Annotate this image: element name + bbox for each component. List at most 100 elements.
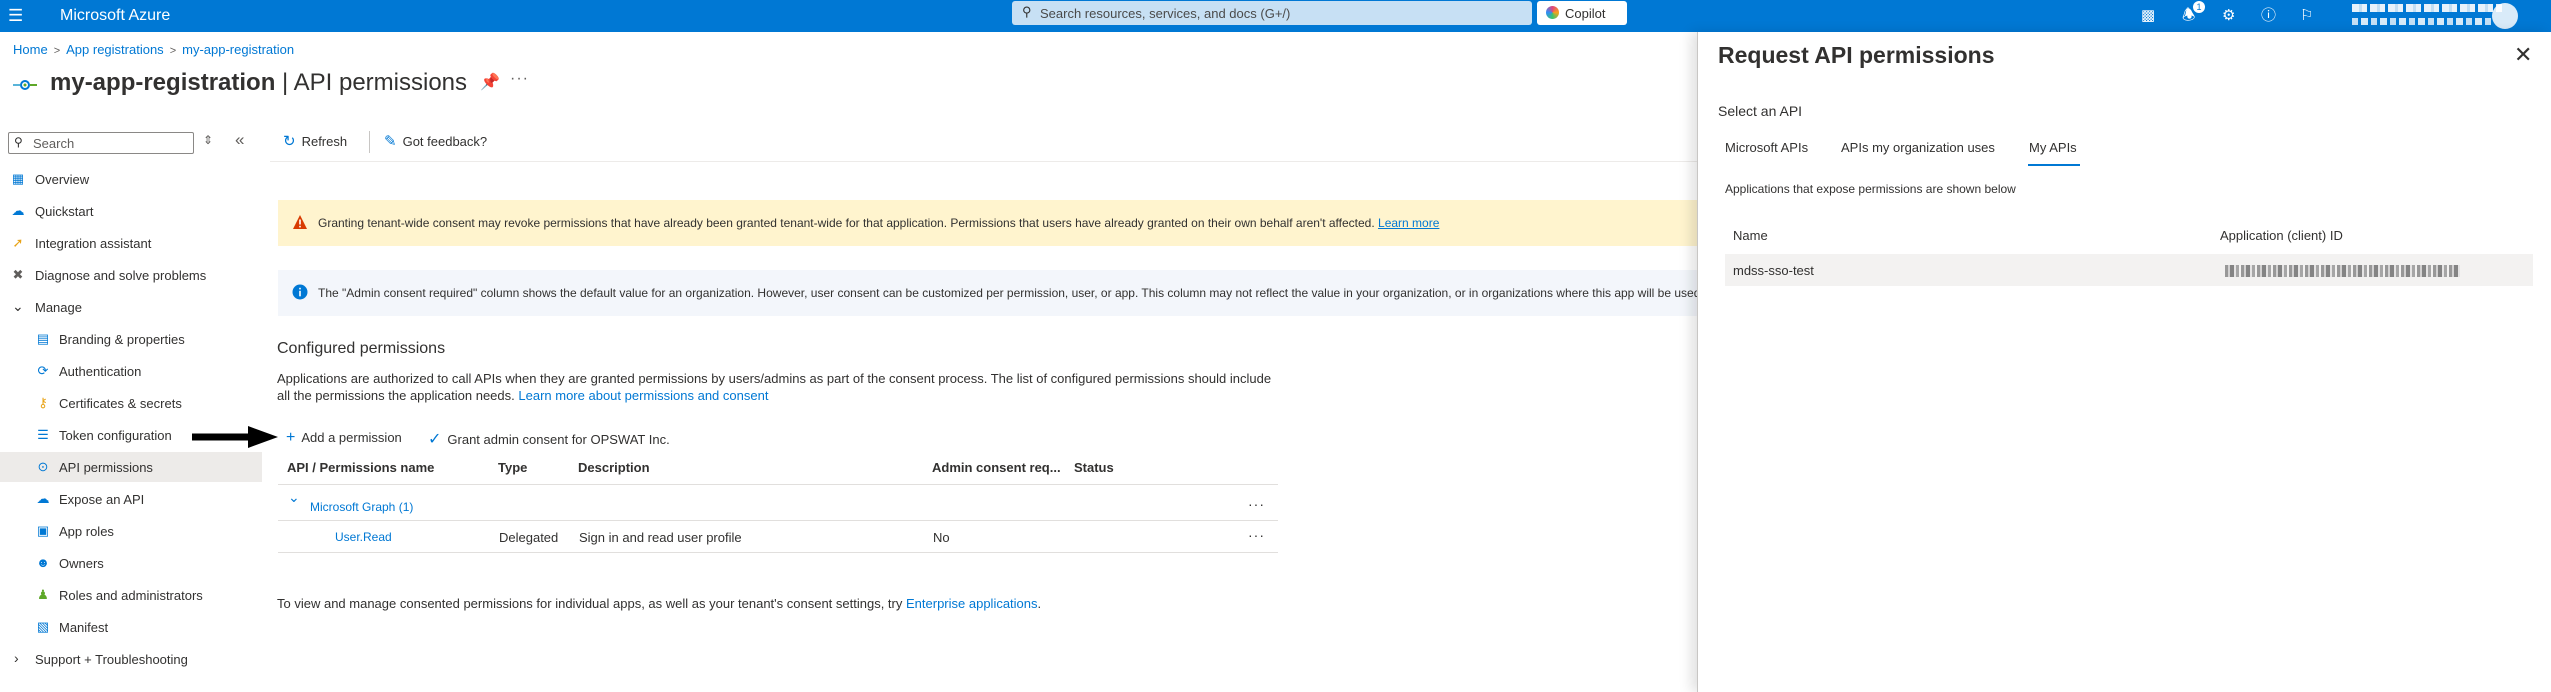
- hamburger-menu-icon[interactable]: ☰: [8, 6, 26, 26]
- brand-title[interactable]: Microsoft Azure: [60, 6, 170, 26]
- nav-item-label: Roles and administrators: [59, 588, 203, 603]
- global-search-placeholder: Search resources, services, and docs (G+…: [1040, 6, 1291, 21]
- authentication-icon: ⟳: [37, 363, 49, 378]
- quickstart-icon: ☁: [11, 203, 25, 218]
- account-name-redacted: [2352, 4, 2502, 12]
- info-icon: [292, 284, 308, 300]
- nav-group-manage[interactable]: ⌄ Manage: [0, 292, 262, 322]
- copilot-button[interactable]: Copilot: [1537, 1, 1627, 25]
- nav-item-label: Branding & properties: [59, 332, 185, 347]
- more-options-icon[interactable]: ···: [510, 70, 529, 88]
- nav-item-branding[interactable]: ▤ Branding & properties: [0, 324, 262, 354]
- nav-search-input[interactable]: ⚲ Search: [8, 132, 194, 154]
- footer-period: .: [1037, 596, 1042, 611]
- feedback-button[interactable]: ✎ Got feedback?: [384, 132, 487, 150]
- feedback-icon[interactable]: ⚐: [2300, 6, 2313, 26]
- grant-admin-consent-button[interactable]: ✓ Grant admin consent for OPSWAT Inc.: [428, 429, 670, 449]
- chevron-right-icon: >: [169, 45, 177, 57]
- account-tenant-redacted: [2352, 18, 2492, 25]
- plus-icon: +: [286, 429, 296, 446]
- global-search-input[interactable]: ⚲ Search resources, services, and docs (…: [1012, 1, 1532, 25]
- branding-icon: ▤: [36, 331, 50, 346]
- nav-item-owners[interactable]: ☻ Owners: [0, 548, 262, 578]
- owners-icon: ☻: [36, 555, 50, 570]
- breadcrumb-home[interactable]: Home: [13, 42, 48, 57]
- permission-name-link[interactable]: User.Read: [335, 530, 392, 544]
- column-header-type: Type: [498, 460, 528, 475]
- nav-item-integration-assistant[interactable]: ➚ Integration assistant: [0, 228, 262, 258]
- table-group-microsoft-graph[interactable]: Microsoft Graph (1): [310, 500, 413, 514]
- nav-item-label: Diagnose and solve problems: [35, 268, 207, 283]
- permissions-consent-link[interactable]: Learn more about permissions and consent: [518, 388, 768, 403]
- permission-admin-consent: No: [933, 530, 950, 545]
- info-text: The "Admin consent required" column show…: [318, 286, 1698, 300]
- nav-item-app-roles[interactable]: ▣ App roles: [0, 516, 262, 546]
- info-banner: The "Admin consent required" column show…: [278, 270, 1698, 316]
- copilot-icon: [1546, 6, 1559, 19]
- more-options-icon[interactable]: ···: [1248, 496, 1265, 512]
- nav-item-quickstart[interactable]: ☁ Quickstart: [0, 196, 262, 226]
- nav-item-label: Owners: [59, 556, 104, 571]
- collapse-nav-icon[interactable]: «: [235, 130, 244, 150]
- column-header-admin-consent: Admin consent req...: [932, 460, 1061, 475]
- nav-item-roles-admins[interactable]: ♟ Roles and administrators: [0, 580, 262, 610]
- token-config-icon: ☰: [37, 427, 49, 442]
- breadcrumb-app[interactable]: my-app-registration: [182, 42, 294, 57]
- learn-more-link[interactable]: Learn more: [1378, 216, 1439, 230]
- enterprise-apps-note: To view and manage consented permissions…: [277, 596, 1041, 611]
- warning-icon: [293, 215, 307, 229]
- pin-icon[interactable]: 📌: [480, 72, 500, 92]
- chevron-down-icon[interactable]: ⌄: [288, 489, 300, 506]
- account-info[interactable]: [2352, 2, 2507, 30]
- nav-group-support[interactable]: › Support + Troubleshooting: [0, 644, 262, 674]
- nav-search-placeholder: Search: [33, 136, 75, 151]
- api-permissions-icon: [13, 80, 37, 90]
- nav-item-diagnose[interactable]: ✖ Diagnose and solve problems: [0, 260, 262, 290]
- settings-gear-icon[interactable]: ⚙: [2222, 6, 2235, 26]
- more-options-icon[interactable]: ···: [1248, 527, 1265, 543]
- enterprise-applications-link[interactable]: Enterprise applications: [906, 596, 1038, 611]
- feedback-label: Got feedback?: [402, 134, 488, 149]
- nav-item-label: Overview: [35, 172, 90, 187]
- nav-item-certificates[interactable]: ⚷ Certificates & secrets: [0, 388, 262, 418]
- nav-item-label: Expose an API: [59, 492, 145, 507]
- tab-apis-my-organization-uses[interactable]: APIs my organization uses: [1841, 140, 1995, 155]
- help-icon[interactable]: ⓘ: [2261, 6, 2276, 26]
- tab-microsoft-apis[interactable]: Microsoft APIs: [1725, 140, 1808, 155]
- nav-item-overview[interactable]: ▦ Overview: [0, 164, 262, 194]
- chevron-right-icon: >: [53, 45, 61, 57]
- nav-item-label: Manifest: [59, 620, 109, 635]
- nav-item-label: Quickstart: [35, 204, 94, 219]
- notification-badge: 1: [2193, 1, 2205, 13]
- description-text: Applications are authorized to call APIs…: [277, 371, 1272, 403]
- nav-item-authentication[interactable]: ⟳ Authentication: [0, 356, 262, 386]
- api-permissions-icon: ⊙: [37, 459, 49, 474]
- nav-item-expose-api[interactable]: ☁ Expose an API: [0, 484, 262, 514]
- breadcrumb: Home > App registrations > my-app-registrati…: [13, 42, 294, 57]
- nav-item-label: API permissions: [59, 460, 153, 475]
- refresh-label: Refresh: [301, 134, 348, 149]
- column-header-description: Description: [578, 460, 650, 475]
- nav-item-label: App roles: [59, 524, 114, 539]
- add-permission-button[interactable]: + Add a permission: [286, 429, 402, 447]
- api-row-client-id-redacted: [2225, 265, 2460, 277]
- avatar[interactable]: [2492, 3, 2518, 29]
- copilot-label: Copilot: [1565, 6, 1606, 21]
- close-icon[interactable]: ✕: [2514, 42, 2532, 68]
- column-header-status: Status: [1074, 460, 1114, 475]
- grant-consent-label: Grant admin consent for OPSWAT Inc.: [447, 432, 670, 447]
- refresh-button[interactable]: ↻ Refresh: [283, 132, 347, 150]
- footer-text: To view and manage consented permissions…: [277, 596, 903, 611]
- cloud-shell-icon[interactable]: ▩: [2141, 6, 2155, 26]
- api-row[interactable]: mdss-sso-test: [1725, 254, 2533, 286]
- configured-permissions-description: Applications are authorized to call APIs…: [277, 370, 1277, 404]
- nav-item-label: Manage: [35, 300, 82, 315]
- request-api-permissions-panel: Request API permissions ✕ Select an API …: [1697, 32, 2551, 692]
- tab-my-apis[interactable]: My APIs: [2029, 140, 2077, 155]
- nav-item-api-permissions[interactable]: ⊙ API permissions: [0, 452, 262, 482]
- search-icon: ⚲: [1022, 4, 1032, 19]
- refresh-icon: ↻: [283, 133, 296, 150]
- sort-icon[interactable]: ⇕: [203, 133, 213, 147]
- nav-item-manifest[interactable]: ▧ Manifest: [0, 612, 262, 642]
- breadcrumb-app-registrations[interactable]: App registrations: [66, 42, 164, 57]
